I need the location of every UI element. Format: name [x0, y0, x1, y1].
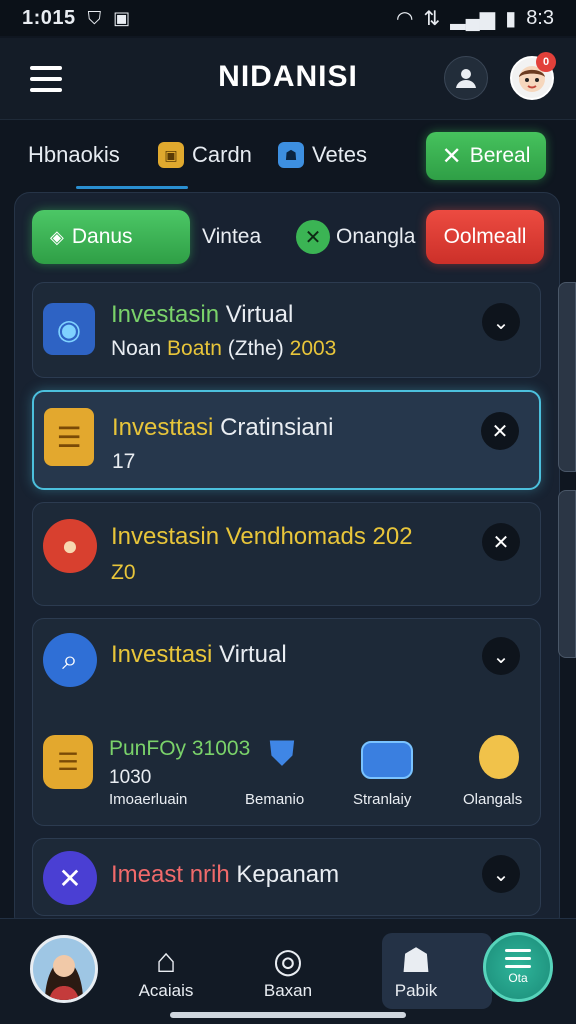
nav-baxan[interactable]: ◎ Baxan — [240, 941, 336, 1001]
tab-hbnaokis[interactable]: Hbnaokis — [28, 142, 120, 168]
target-icon: ◎ — [273, 942, 303, 980]
app-title: NIDANISI — [218, 60, 358, 93]
filter-onangla[interactable]: ✕ Onangla — [296, 210, 432, 264]
tab-label: Cardn — [192, 142, 252, 167]
chevron-down-icon[interactable]: ⌄ — [482, 855, 520, 893]
investment-card[interactable]: ◉ Investasin Virtual Noan Boatn (Zthe) 2… — [32, 282, 541, 378]
wifi-icon: ◠ — [396, 7, 414, 30]
diamond-icon: ◈ — [50, 226, 64, 247]
ghost-icon: ☗ — [400, 942, 432, 980]
tab-cardn[interactable]: ▣ Cardn — [158, 142, 252, 168]
filter-oolmeall[interactable]: Oolmeall — [426, 210, 544, 264]
data-icon: ⇅ — [423, 7, 441, 30]
card-subtitle: Noan Boatn (Zthe) 2003 — [111, 337, 337, 360]
receipt-icon: ☰ — [44, 408, 94, 466]
ghost-icon: ☗ — [278, 142, 304, 168]
home-icon: ⌂ — [155, 942, 177, 980]
filter-danus[interactable]: ◈ Danus — [32, 210, 190, 264]
card-title: Imeast nrih Kepanam — [111, 861, 340, 888]
list-icon — [505, 949, 531, 968]
battery-icon: ▮ — [505, 7, 517, 30]
nav-label: Acaiais — [138, 981, 194, 1000]
status-time: 1:015 — [22, 6, 76, 29]
item-label[interactable]: Stranlaiy — [353, 791, 411, 808]
card-icon: ▣ — [158, 142, 184, 168]
home-indicator — [170, 1012, 406, 1018]
status-right: ◠ ⇅ ▂▄▆ ▮ 8:3 — [396, 6, 554, 31]
promo-subtitle: 1030 — [109, 767, 152, 788]
chevron-down-icon[interactable]: ⌄ — [482, 637, 520, 675]
chick-icon — [479, 735, 519, 779]
card-subtitle: Z0 — [111, 561, 136, 584]
game-icon: ◉ — [43, 303, 95, 355]
camera-icon: ▣ — [113, 7, 131, 28]
user-avatar[interactable] — [30, 935, 98, 1003]
filter-label: Danus — [71, 225, 133, 248]
item-label[interactable]: Olangals — [463, 791, 522, 808]
item-label[interactable]: Imoaerluain — [109, 791, 187, 808]
nav-acaiais[interactable]: ⌂ Acaiais — [118, 941, 214, 1001]
filter-vintea[interactable]: Vintea — [202, 210, 294, 264]
tab-vetes[interactable]: ☗ Vetes — [278, 142, 367, 168]
tab-label: Hbnaokis — [28, 142, 120, 167]
filter-bar: ◈ Danus Vintea ✕ Onangla Oolmeall — [30, 208, 546, 266]
close-icon[interactable]: ✕ — [481, 412, 519, 450]
filter-label: Vintea — [202, 225, 262, 248]
profile-button[interactable] — [444, 56, 488, 100]
shield-badge-icon: ☰ — [43, 735, 93, 789]
close-icon: ✕ — [441, 142, 462, 170]
signal-icon: ▂▄▆ — [450, 7, 496, 30]
card-title: Investasin Virtual — [111, 301, 294, 328]
filter-label: Oolmeall — [443, 225, 527, 248]
filter-label: Onangla — [336, 225, 416, 248]
side-scroll-tab[interactable] — [558, 490, 576, 658]
nav-label: Baxan — [263, 981, 313, 1000]
active-tab-indicator — [76, 186, 188, 189]
card-title: Investasin Vendhomads 202 — [111, 523, 413, 550]
item-label[interactable]: Bemanio — [245, 791, 304, 808]
refresh-button-label: Bereal — [469, 144, 531, 167]
chest-icon — [361, 741, 413, 779]
check-icon: ✕ — [296, 220, 330, 254]
investment-card[interactable]: ● Investasin Vendhomads 202 Z0 ✕ — [32, 502, 541, 606]
refresh-button[interactable]: ✕ Bereal — [426, 132, 546, 180]
close-icon[interactable]: ✕ — [482, 523, 520, 561]
avatar-portrait-icon — [33, 938, 95, 1000]
status-right-text: 8:3 — [526, 6, 554, 29]
investment-card-expanded[interactable]: ⌕ Investtasi Virtual ⌄ ☰ PunFOy 31003 10… — [32, 618, 541, 826]
status-bar: 1:015 ⛉ ▣ ◠ ⇅ ▂▄▆ ▮ 8:3 — [0, 0, 576, 36]
nav-pabik-content[interactable]: ☗ Pabik — [368, 941, 464, 1001]
nav-label: Pabik — [394, 981, 438, 1000]
shield-icon: ⛉ — [87, 7, 102, 28]
fab-label: Ota — [508, 971, 528, 985]
app-bar: NIDANISI 0 — [0, 38, 576, 120]
user-icon — [456, 69, 476, 88]
chevron-down-icon[interactable]: ⌄ — [482, 303, 520, 341]
card-title: Investtasi Virtual — [111, 641, 287, 668]
search-icon: ⌕ — [43, 633, 97, 687]
notification-badge: 0 — [536, 52, 556, 72]
person-icon: ● — [43, 519, 97, 573]
promo-title: PunFOy 31003 — [109, 737, 251, 760]
investment-card[interactable]: ☰ Investtasi Cratinsiani 17 ✕ — [32, 390, 541, 490]
card-title: Investtasi Cratinsiani — [112, 414, 334, 441]
side-scroll-tab[interactable] — [558, 282, 576, 472]
bottle-icon: ⛊ — [269, 734, 295, 773]
close-circle-icon: ✕ — [43, 851, 97, 905]
card-subtitle: 17 — [112, 450, 136, 473]
menu-fab[interactable]: Ota — [483, 932, 553, 1002]
tab-label: Vetes — [312, 142, 368, 167]
investment-card[interactable]: ✕ Imeast nrih Kepanam ⌄ — [32, 838, 541, 916]
